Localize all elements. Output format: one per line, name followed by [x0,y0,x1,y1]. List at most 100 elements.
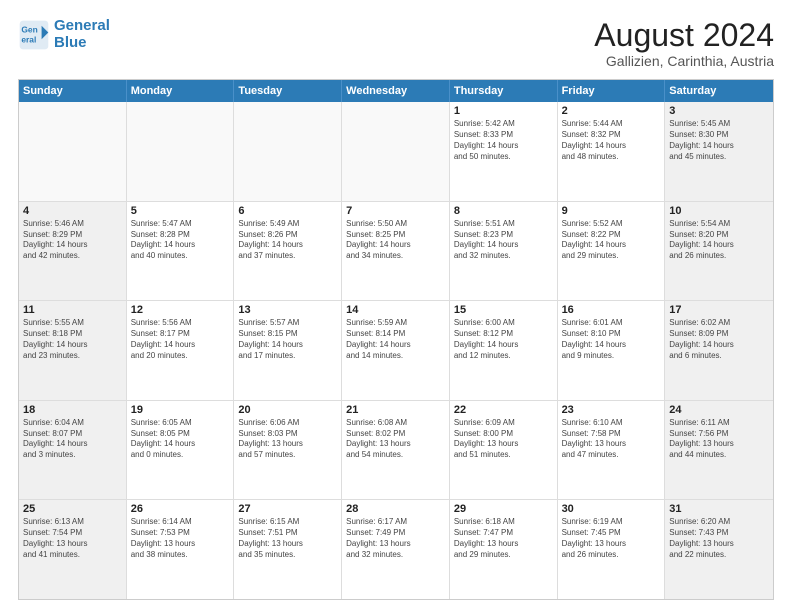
calendar-cell: 23 Sunrise: 6:10 AM Sunset: 7:58 PM Dayli… [558,401,666,500]
logo: Gen eral General Blue [18,18,110,51]
cell-info: Sunrise: 6:01 AM Sunset: 8:10 PM Dayligh… [562,318,661,361]
cell-info: Sunrise: 6:18 AM Sunset: 7:47 PM Dayligh… [454,517,553,560]
cell-info: Sunrise: 5:52 AM Sunset: 8:22 PM Dayligh… [562,219,661,262]
cell-info: Sunrise: 6:09 AM Sunset: 8:00 PM Dayligh… [454,418,553,461]
day-number: 26 [131,503,230,515]
calendar-cell: 9Sunrise: 5:52 AM Sunset: 8:22 PM Daylig… [558,202,666,301]
calendar-cell: 30 Sunrise: 6:19 AM Sunset: 7:45 PM Dayli… [558,500,666,599]
day-header-monday: Monday [127,80,235,102]
calendar-cell: 7Sunrise: 5:50 AM Sunset: 8:25 PM Daylig… [342,202,450,301]
calendar-cell: 17Sunrise: 6:02 AM Sunset: 8:09 PM Dayli… [665,301,773,400]
day-header-friday: Friday [558,80,666,102]
calendar-cell: 13 Sunrise: 5:57 AM Sunset: 8:15 PM Dayli… [234,301,342,400]
calendar-cell: 5 Sunrise: 5:47 AM Sunset: 8:28 PM Daylig… [127,202,235,301]
cell-info: Sunrise: 6:13 AM Sunset: 7:54 PM Dayligh… [23,517,122,560]
calendar-cell [342,102,450,201]
cell-info: Sunrise: 5:57 AM Sunset: 8:15 PM Dayligh… [238,318,337,361]
calendar-cell: 15Sunrise: 6:00 AM Sunset: 8:12 PM Dayli… [450,301,558,400]
logo-line1: General [54,18,110,35]
cell-info: Sunrise: 5:59 AM Sunset: 8:14 PM Dayligh… [346,318,445,361]
calendar-cell: 14Sunrise: 5:59 AM Sunset: 8:14 PM Dayli… [342,301,450,400]
day-number: 15 [454,304,553,316]
day-number: 20 [238,404,337,416]
calendar-cell: 19Sunrise: 6:05 AM Sunset: 8:05 PM Dayli… [127,401,235,500]
cell-info: Sunrise: 5:54 AM Sunset: 8:20 PM Dayligh… [669,219,769,262]
day-number: 1 [454,105,553,117]
day-number: 21 [346,404,445,416]
calendar-cell: 28 Sunrise: 6:17 AM Sunset: 7:49 PM Dayli… [342,500,450,599]
calendar: SundayMondayTuesdayWednesdayThursdayFrid… [18,79,774,600]
day-number: 22 [454,404,553,416]
day-number: 24 [669,404,769,416]
cell-info: Sunrise: 5:44 AM Sunset: 8:32 PM Dayligh… [562,119,661,162]
calendar-cell: 16 Sunrise: 6:01 AM Sunset: 8:10 PM Dayli… [558,301,666,400]
title-block: August 2024 Gallizien, Carinthia, Austri… [594,18,774,69]
day-number: 16 [562,304,661,316]
subtitle: Gallizien, Carinthia, Austria [594,53,774,69]
day-number: 11 [23,304,122,316]
calendar-cell: 4Sunrise: 5:46 AM Sunset: 8:29 PM Daylig… [19,202,127,301]
day-header-wednesday: Wednesday [342,80,450,102]
cell-info: Sunrise: 6:20 AM Sunset: 7:43 PM Dayligh… [669,517,769,560]
calendar-row-3: 11Sunrise: 5:55 AM Sunset: 8:18 PM Dayli… [19,301,773,401]
day-header-saturday: Saturday [665,80,773,102]
header: Gen eral General Blue August 2024 Galliz… [18,18,774,69]
cell-info: Sunrise: 5:45 AM Sunset: 8:30 PM Dayligh… [669,119,769,162]
calendar-header: SundayMondayTuesdayWednesdayThursdayFrid… [19,80,773,102]
day-number: 28 [346,503,445,515]
day-number: 30 [562,503,661,515]
day-header-thursday: Thursday [450,80,558,102]
calendar-cell: 1 Sunrise: 5:42 AM Sunset: 8:33 PM Daylig… [450,102,558,201]
day-number: 5 [131,205,230,217]
day-number: 29 [454,503,553,515]
day-header-sunday: Sunday [19,80,127,102]
cell-info: Sunrise: 5:51 AM Sunset: 8:23 PM Dayligh… [454,219,553,262]
day-number: 23 [562,404,661,416]
cell-info: Sunrise: 5:47 AM Sunset: 8:28 PM Dayligh… [131,219,230,262]
day-number: 18 [23,404,122,416]
calendar-cell: 29 Sunrise: 6:18 AM Sunset: 7:47 PM Dayli… [450,500,558,599]
day-number: 25 [23,503,122,515]
cell-info: Sunrise: 6:02 AM Sunset: 8:09 PM Dayligh… [669,318,769,361]
day-header-tuesday: Tuesday [234,80,342,102]
cell-info: Sunrise: 6:14 AM Sunset: 7:53 PM Dayligh… [131,517,230,560]
cell-info: Sunrise: 6:08 AM Sunset: 8:02 PM Dayligh… [346,418,445,461]
cell-info: Sunrise: 6:19 AM Sunset: 7:45 PM Dayligh… [562,517,661,560]
day-number: 12 [131,304,230,316]
calendar-cell: 31 Sunrise: 6:20 AM Sunset: 7:43 PM Dayli… [665,500,773,599]
svg-text:eral: eral [21,34,36,44]
calendar-row-5: 25 Sunrise: 6:13 AM Sunset: 7:54 PM Dayli… [19,500,773,599]
day-number: 13 [238,304,337,316]
calendar-cell: 8 Sunrise: 5:51 AM Sunset: 8:23 PM Daylig… [450,202,558,301]
calendar-row-2: 4Sunrise: 5:46 AM Sunset: 8:29 PM Daylig… [19,202,773,302]
cell-info: Sunrise: 5:42 AM Sunset: 8:33 PM Dayligh… [454,119,553,162]
day-number: 27 [238,503,337,515]
day-number: 6 [238,205,337,217]
cell-info: Sunrise: 5:46 AM Sunset: 8:29 PM Dayligh… [23,219,122,262]
calendar-cell: 21 Sunrise: 6:08 AM Sunset: 8:02 PM Dayli… [342,401,450,500]
calendar-cell: 22 Sunrise: 6:09 AM Sunset: 8:00 PM Dayli… [450,401,558,500]
calendar-body: 1 Sunrise: 5:42 AM Sunset: 8:33 PM Daylig… [19,102,773,599]
calendar-cell: 6Sunrise: 5:49 AM Sunset: 8:26 PM Daylig… [234,202,342,301]
calendar-cell: 27Sunrise: 6:15 AM Sunset: 7:51 PM Dayli… [234,500,342,599]
day-number: 3 [669,105,769,117]
calendar-cell [234,102,342,201]
calendar-cell: 10 Sunrise: 5:54 AM Sunset: 8:20 PM Dayli… [665,202,773,301]
cell-info: Sunrise: 6:10 AM Sunset: 7:58 PM Dayligh… [562,418,661,461]
calendar-cell: 11Sunrise: 5:55 AM Sunset: 8:18 PM Dayli… [19,301,127,400]
cell-info: Sunrise: 6:17 AM Sunset: 7:49 PM Dayligh… [346,517,445,560]
main-title: August 2024 [594,18,774,53]
logo-icon: Gen eral [18,19,50,51]
cell-info: Sunrise: 6:04 AM Sunset: 8:07 PM Dayligh… [23,418,122,461]
calendar-cell: 12Sunrise: 5:56 AM Sunset: 8:17 PM Dayli… [127,301,235,400]
day-number: 7 [346,205,445,217]
calendar-row-4: 18 Sunrise: 6:04 AM Sunset: 8:07 PM Dayli… [19,401,773,501]
day-number: 8 [454,205,553,217]
day-number: 10 [669,205,769,217]
svg-text:Gen: Gen [21,24,37,34]
logo-line2: Blue [54,35,110,52]
cell-info: Sunrise: 6:06 AM Sunset: 8:03 PM Dayligh… [238,418,337,461]
cell-info: Sunrise: 6:05 AM Sunset: 8:05 PM Dayligh… [131,418,230,461]
calendar-cell [19,102,127,201]
day-number: 31 [669,503,769,515]
